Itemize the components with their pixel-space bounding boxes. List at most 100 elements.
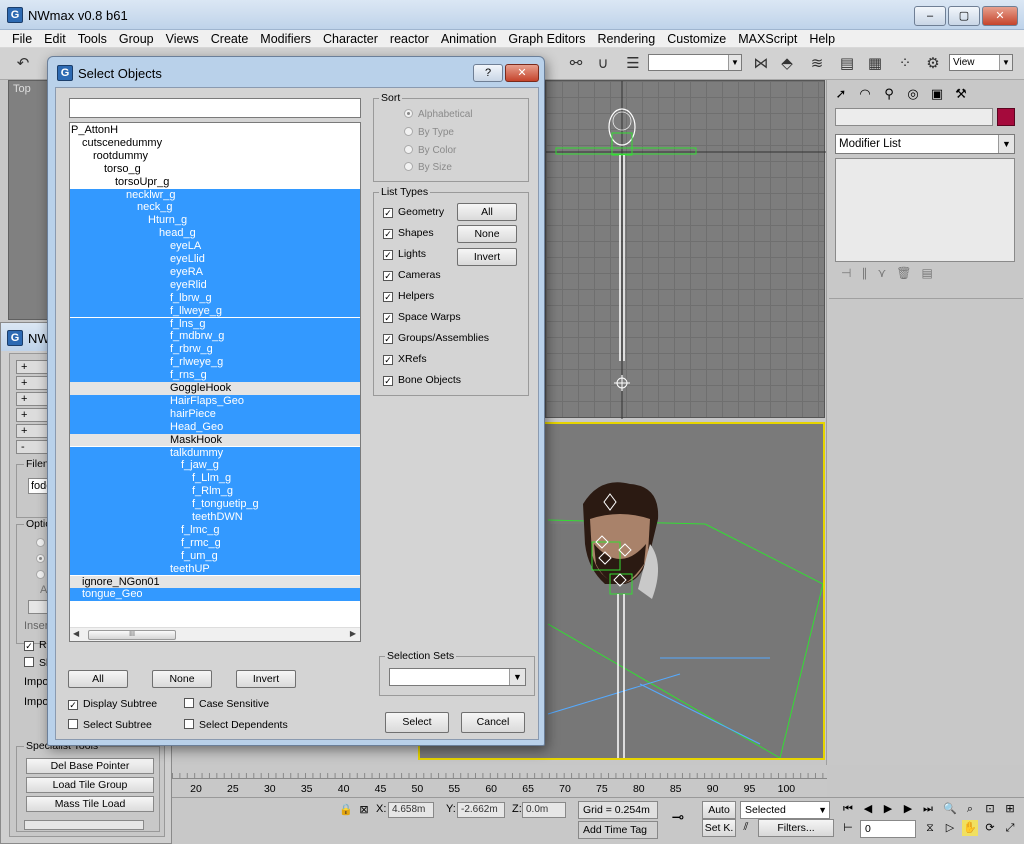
- object-list-item[interactable]: f_Llm_g: [70, 472, 360, 486]
- minimize-button[interactable]: –: [914, 6, 946, 26]
- object-list-item[interactable]: talkdummy: [70, 446, 360, 460]
- close-button[interactable]: ✕: [982, 6, 1018, 26]
- maximize-button[interactable]: ▢: [948, 6, 980, 26]
- play-icon[interactable]: ▶: [880, 801, 896, 817]
- object-filter-input[interactable]: [69, 98, 361, 118]
- menu-edit[interactable]: Edit: [38, 30, 72, 48]
- create-tab-icon[interactable]: ➚: [831, 84, 851, 104]
- object-list-item[interactable]: eyeLA: [70, 240, 360, 253]
- object-list-item[interactable]: neck_g: [70, 201, 360, 215]
- render-setup-icon[interactable]: ⚙: [922, 53, 944, 75]
- menu-maxscript[interactable]: MAXScript: [732, 30, 803, 48]
- del-base-pointer-button[interactable]: Del Base Pointer: [26, 758, 154, 774]
- object-list-item[interactable]: f_mdbrw_g: [70, 330, 360, 344]
- object-list-item[interactable]: eyeRlid: [70, 278, 360, 292]
- go-to-end-icon[interactable]: ⏭: [920, 801, 936, 817]
- object-list-item[interactable]: tongue_Geo: [70, 588, 360, 602]
- cancel-button[interactable]: Cancel: [461, 712, 525, 733]
- named-selection-icon[interactable]: ☰: [622, 53, 644, 75]
- menu-graph-editors[interactable]: Graph Editors: [502, 30, 591, 48]
- list-type-checkbox[interactable]: ✓ Space Warps: [383, 311, 461, 323]
- display-tab-icon[interactable]: ▣: [927, 84, 947, 104]
- select-none-button[interactable]: None: [152, 670, 212, 688]
- undo-icon[interactable]: ↶: [12, 53, 34, 75]
- select-button[interactable]: Select: [385, 712, 449, 733]
- object-list-item[interactable]: f_lbrw_g: [70, 291, 360, 305]
- lock-selection-icon[interactable]: 🔒: [338, 802, 354, 818]
- object-list-item[interactable]: f_rlweye_g: [70, 356, 360, 370]
- material-editor-icon[interactable]: ⁘: [894, 53, 916, 75]
- zoom-all-icon[interactable]: ⌕: [962, 801, 978, 817]
- object-name-field[interactable]: [835, 108, 993, 126]
- set-key-button[interactable]: Set K.: [702, 819, 736, 837]
- list-type-checkbox[interactable]: ✓ Bone Objects: [383, 374, 461, 386]
- remove-modifier-icon[interactable]: 🗑: [896, 266, 911, 288]
- x-coord-field[interactable]: 4.658m: [388, 802, 434, 818]
- previous-frame-icon[interactable]: ◀: [860, 801, 876, 817]
- display-subtree-checkbox[interactable]: ✓ Display Subtree: [68, 698, 157, 710]
- object-list-item[interactable]: cutscenedummy: [70, 137, 360, 150]
- scroll-right-icon[interactable]: ▶: [350, 629, 356, 638]
- make-unique-icon[interactable]: ⋎: [877, 266, 886, 288]
- menu-tools[interactable]: Tools: [72, 30, 113, 48]
- curve-editor-icon[interactable]: ▤: [836, 53, 858, 75]
- pan-icon[interactable]: ✋: [962, 820, 978, 836]
- object-list-item[interactable]: head_g: [70, 227, 360, 241]
- select-all-button[interactable]: All: [68, 670, 128, 688]
- object-list-item[interactable]: eyeLlid: [70, 253, 360, 266]
- menu-modifiers[interactable]: Modifiers: [254, 30, 317, 48]
- select-invert-button[interactable]: Invert: [236, 670, 296, 688]
- key-filters-button[interactable]: Filters...: [758, 819, 834, 837]
- scroll-left-icon[interactable]: ◀: [73, 629, 79, 638]
- object-list-item[interactable]: GoggleHook: [70, 382, 360, 395]
- object-list-item[interactable]: f_lns_g: [70, 317, 360, 331]
- menu-character[interactable]: Character: [317, 30, 384, 48]
- object-list-item[interactable]: f_rmc_g: [70, 536, 360, 550]
- configure-sets-icon[interactable]: ▤: [921, 266, 932, 288]
- horizontal-scrollbar[interactable]: ◀ III ▶: [70, 627, 360, 641]
- object-list-item[interactable]: hairPiece: [70, 407, 360, 421]
- select-subtree-checkbox[interactable]: Select Subtree: [68, 719, 152, 731]
- load-tile-group-button[interactable]: Load Tile Group: [26, 777, 154, 793]
- object-list-item[interactable]: torso_g: [70, 163, 360, 176]
- object-list-item[interactable]: ignore_NGon01: [70, 575, 360, 589]
- pin-stack-icon[interactable]: ⊣: [841, 266, 851, 288]
- key-filter-combo[interactable]: Selected ▼: [740, 801, 830, 819]
- object-list-item[interactable]: f_tonguetip_g: [70, 498, 360, 511]
- named-selection-combo[interactable]: ▼: [648, 54, 742, 71]
- object-list-item[interactable]: Hturn_g: [70, 214, 360, 228]
- show-end-result-icon[interactable]: ∥: [861, 266, 867, 288]
- sort-by-size-radio[interactable]: By Size: [404, 162, 452, 173]
- menu-animation[interactable]: Animation: [435, 30, 503, 48]
- dialog-close-button[interactable]: ✕: [505, 64, 539, 82]
- object-list-item[interactable]: teethDWN: [70, 511, 360, 524]
- object-list-item[interactable]: torsoUpr_g: [70, 176, 360, 189]
- mass-tile-load-button[interactable]: Mass Tile Load: [26, 796, 154, 812]
- mirror-icon[interactable]: ⋈: [750, 53, 772, 75]
- current-frame-field[interactable]: 0: [860, 820, 916, 838]
- hierarchy-tab-icon[interactable]: ⚲: [879, 84, 899, 104]
- modifier-stack[interactable]: [835, 158, 1015, 262]
- go-to-start-icon[interactable]: ⏮: [840, 801, 856, 817]
- list-type-checkbox[interactable]: ✓ Helpers: [383, 290, 434, 302]
- object-list-item[interactable]: Head_Geo: [70, 420, 360, 434]
- menu-group[interactable]: Group: [113, 30, 160, 48]
- object-list-item[interactable]: f_Rlm_g: [70, 485, 360, 499]
- align-icon[interactable]: ⬘: [776, 53, 798, 75]
- schematic-icon[interactable]: ▦: [864, 53, 886, 75]
- key-mode-icon[interactable]: ⫽: [738, 819, 754, 835]
- object-list-item[interactable]: MaskHook: [70, 433, 360, 447]
- list-types-all-button[interactable]: All: [457, 203, 517, 221]
- menu-views[interactable]: Views: [160, 30, 205, 48]
- magnet-icon[interactable]: ∪: [592, 53, 614, 75]
- sort-alphabetical-radio[interactable]: Alphabetical: [404, 109, 472, 120]
- sort-by-color-radio[interactable]: By Color: [404, 145, 456, 156]
- modify-tab-icon[interactable]: ◠: [855, 84, 875, 104]
- next-frame-icon[interactable]: ▶: [900, 801, 916, 817]
- list-type-checkbox[interactable]: ✓ Geometry: [383, 206, 444, 218]
- scrollbar-thumb[interactable]: III: [88, 630, 176, 640]
- object-color-swatch[interactable]: [997, 108, 1015, 126]
- link-icon[interactable]: ⚯: [565, 53, 587, 75]
- field-of-view-icon[interactable]: ▷: [942, 820, 958, 836]
- object-list-item[interactable]: rootdummy: [70, 150, 360, 163]
